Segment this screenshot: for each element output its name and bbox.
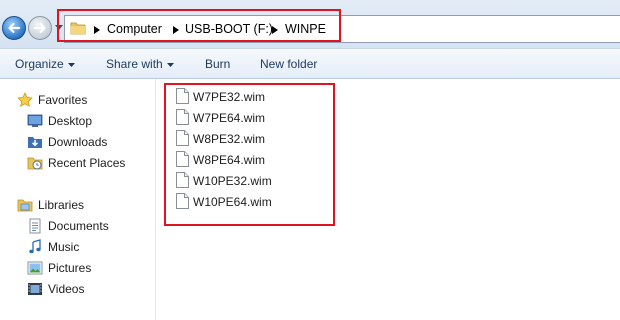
nav-libraries-label: Libraries xyxy=(38,198,85,212)
pictures-icon xyxy=(27,261,43,275)
nav-item-pictures[interactable]: Pictures xyxy=(0,258,156,278)
libraries-icon xyxy=(17,199,33,212)
file-list-pane: W7PE32.wim W7PE64.wim W8PE32.wim W8PE64.… xyxy=(156,79,620,320)
nav-item-label: Music xyxy=(48,240,80,254)
chevron-down-icon xyxy=(167,63,174,67)
nav-item-desktop[interactable]: Desktop xyxy=(0,111,156,131)
nav-item-label: Downloads xyxy=(48,135,108,149)
nav-item-label: Recent Places xyxy=(48,156,126,170)
nav-item-downloads[interactable]: Downloads xyxy=(0,132,156,152)
back-button[interactable] xyxy=(2,16,26,40)
nav-item-recent-places[interactable]: Recent Places xyxy=(0,153,156,173)
burn-button[interactable]: Burn xyxy=(205,57,230,71)
nav-libraries[interactable]: Libraries xyxy=(0,195,156,215)
arrow-left-icon xyxy=(8,22,21,34)
videos-icon xyxy=(28,283,42,295)
nav-favorites-label: Favorites xyxy=(38,93,88,107)
music-icon xyxy=(29,239,41,254)
downloads-folder-icon xyxy=(28,137,42,148)
navigation-pane: Favorites Desktop Downloads Recent Place… xyxy=(0,79,156,320)
nav-item-music[interactable]: Music xyxy=(0,237,156,257)
nav-item-label: Documents xyxy=(48,219,109,233)
address-highlight-box xyxy=(57,9,341,42)
new-folder-button[interactable]: New folder xyxy=(260,57,317,71)
command-toolbar: Organize Share with Burn New folder xyxy=(0,48,620,79)
nav-item-videos[interactable]: Videos xyxy=(0,279,156,299)
desktop-icon xyxy=(27,114,43,127)
documents-icon xyxy=(29,218,41,234)
recent-places-icon xyxy=(27,157,43,170)
address-bar-region: Computer USB-BOOT (F:) WINPE xyxy=(0,0,620,48)
nav-item-label: Videos xyxy=(48,282,85,296)
star-icon xyxy=(17,92,33,107)
file-list-highlight-box xyxy=(164,83,335,226)
nav-item-documents[interactable]: Documents xyxy=(0,216,156,236)
organize-button[interactable]: Organize xyxy=(15,57,64,71)
nav-favorites[interactable]: Favorites xyxy=(0,90,156,110)
forward-button[interactable] xyxy=(28,16,52,40)
chevron-down-icon xyxy=(68,63,75,67)
share-with-button[interactable]: Share with xyxy=(106,57,163,71)
nav-item-label: Pictures xyxy=(48,261,92,275)
nav-item-label: Desktop xyxy=(48,114,93,128)
arrow-right-icon xyxy=(33,22,46,34)
